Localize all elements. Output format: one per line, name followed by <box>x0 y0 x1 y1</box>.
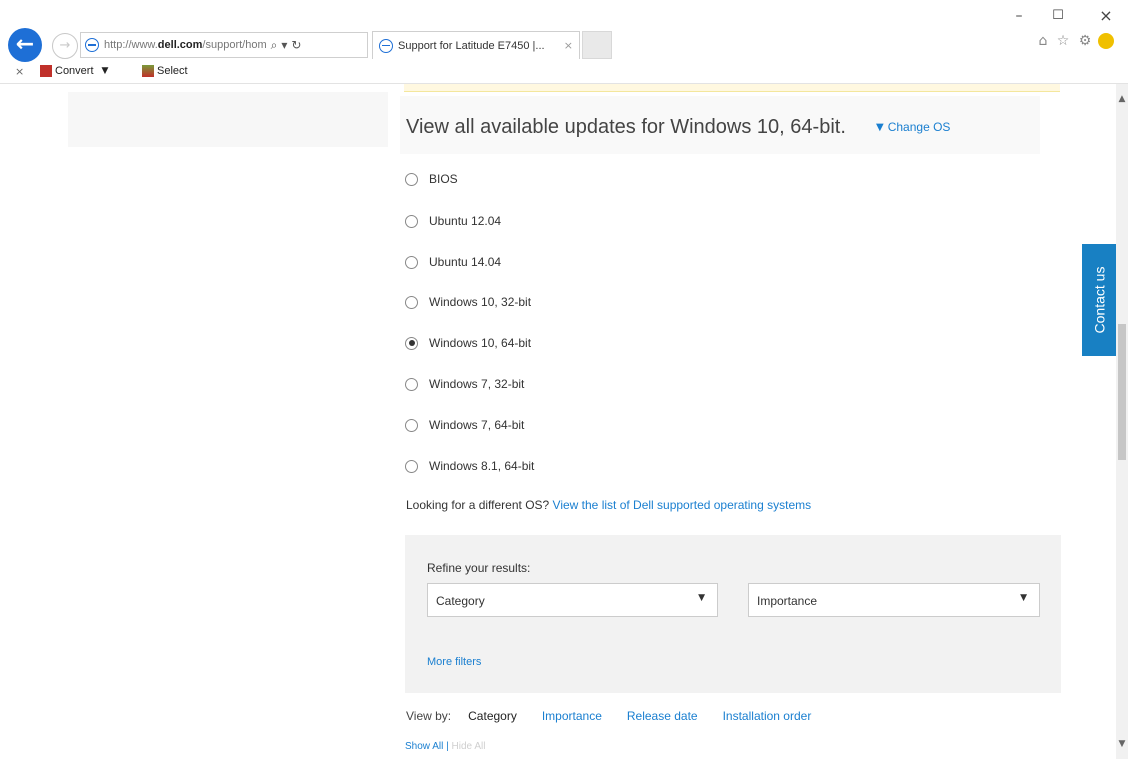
category-select-value: Category <box>436 594 485 608</box>
view-by-bar: View by: Category Importance Release dat… <box>406 709 836 723</box>
home-icon[interactable]: ⌂ <box>1034 32 1052 50</box>
select-label: Select <box>157 65 188 77</box>
view-by-release-date[interactable]: Release date <box>627 709 698 723</box>
minimize-button[interactable]: – <box>1005 8 1033 24</box>
more-filters-link[interactable]: More filters <box>427 656 481 668</box>
os-option-label: Windows 8.1, 64-bit <box>429 459 535 473</box>
radio-button[interactable] <box>405 377 418 391</box>
back-arrow-icon: ← <box>15 32 35 57</box>
os-option-bios[interactable]: BIOS <box>405 172 458 186</box>
supported-os-link[interactable]: View the list of Dell supported operatin… <box>553 498 812 512</box>
os-option-label: BIOS <box>429 172 458 186</box>
scroll-down-arrow-icon[interactable]: ▼ <box>1116 739 1128 749</box>
url-path: /support/hom <box>202 39 267 51</box>
radio-button-selected[interactable] <box>405 336 418 350</box>
pdf-convert-icon <box>40 65 52 77</box>
vertical-scrollbar[interactable]: ▲ ▼ <box>1116 84 1128 759</box>
url-domain: dell.com <box>157 39 203 51</box>
os-option-label: Windows 7, 32-bit <box>429 377 525 391</box>
dropdown-icon[interactable]: ▾ <box>281 38 287 52</box>
settings-gear-icon[interactable]: ⚙ <box>1076 32 1094 50</box>
tab-favicon-icon <box>379 38 393 53</box>
updates-headline: View all available updates for Windows 1… <box>406 116 846 138</box>
chevron-down-icon: ▼ <box>698 593 705 603</box>
convert-dropdown-icon[interactable]: ▼ <box>102 66 109 76</box>
radio-button[interactable] <box>405 172 418 186</box>
site-globe-icon <box>85 38 99 52</box>
os-option-label: Windows 7, 64-bit <box>429 418 525 432</box>
tab-close-icon[interactable]: × <box>558 39 579 52</box>
radio-button[interactable] <box>405 418 418 432</box>
os-option-windows-10-64[interactable]: Windows 10, 64-bit <box>405 336 531 350</box>
address-bar[interactable]: http://www.dell.com/support/hom ⌕ ▾ ↻ <box>80 32 368 58</box>
select-button[interactable]: Select <box>142 65 188 77</box>
feedback-smiley-icon[interactable] <box>1098 33 1114 49</box>
command-bar: × Convert ▼ Select <box>0 62 1128 84</box>
tab-title: Support for Latitude E7450 |... <box>398 39 545 52</box>
browser-toolbar: ← → http://www.dell.com/support/hom ⌕ ▾ … <box>0 0 1128 62</box>
hide-all-link[interactable]: Hide All <box>452 741 486 752</box>
category-select[interactable]: Category ▼ <box>427 583 718 617</box>
url-prefix: http://www. <box>104 39 158 51</box>
importance-select[interactable]: Importance ▼ <box>748 583 1040 617</box>
page-content: View all available updates for Windows 1… <box>0 84 1116 759</box>
browser-tab[interactable]: Support for Latitude E7450 |... × <box>372 31 580 59</box>
left-panel <box>68 92 388 147</box>
importance-select-value: Importance <box>757 594 818 608</box>
different-os-text: Looking for a different OS? View the lis… <box>406 498 811 512</box>
command-bar-close-icon[interactable]: × <box>15 65 24 78</box>
notice-strip <box>404 84 1060 92</box>
new-tab-button[interactable] <box>582 31 612 59</box>
back-button[interactable]: ← <box>8 28 42 62</box>
forward-button[interactable]: → <box>52 33 78 59</box>
show-hide-controls: Show All | Hide All <box>405 741 485 752</box>
convert-label: Convert <box>55 65 94 77</box>
show-hide-separator: | <box>446 741 449 752</box>
close-window-button[interactable]: × <box>1092 8 1120 24</box>
scroll-up-arrow-icon[interactable]: ▲ <box>1116 94 1128 104</box>
view-by-label: View by: <box>406 709 452 723</box>
os-option-label: Windows 10, 64-bit <box>429 336 532 350</box>
os-option-ubuntu-14-04[interactable]: Ubuntu 14.04 <box>405 255 501 269</box>
radio-button[interactable] <box>405 255 418 269</box>
os-option-label: Windows 10, 32-bit <box>429 295 532 309</box>
chevron-down-icon: ▼ <box>1020 593 1027 603</box>
maximize-button[interactable]: ☐ <box>1044 8 1072 24</box>
show-all-link[interactable]: Show All <box>405 741 443 752</box>
radio-button[interactable] <box>405 295 418 309</box>
os-option-windows-8-1-64[interactable]: Windows 8.1, 64-bit <box>405 459 534 473</box>
os-option-ubuntu-12-04[interactable]: Ubuntu 12.04 <box>405 214 501 228</box>
forward-arrow-icon: → <box>59 38 71 53</box>
search-icon[interactable]: ⌕ <box>271 38 278 53</box>
radio-button[interactable] <box>405 214 418 228</box>
scrollbar-thumb[interactable] <box>1118 324 1126 460</box>
os-option-label: Ubuntu 14.04 <box>429 255 502 269</box>
view-by-category[interactable]: Category <box>468 709 517 723</box>
radio-button[interactable] <box>405 459 418 473</box>
refine-results-panel: Refine your results: Category ▼ Importan… <box>405 535 1061 693</box>
different-os-prompt: Looking for a different OS? <box>406 498 550 512</box>
view-by-importance[interactable]: Importance <box>542 709 602 723</box>
refine-label: Refine your results: <box>427 561 531 575</box>
refresh-icon[interactable]: ↻ <box>291 38 301 52</box>
change-os-label: Change OS <box>887 120 951 134</box>
os-option-windows-7-32[interactable]: Windows 7, 32-bit <box>405 377 524 391</box>
select-icon <box>142 65 154 77</box>
change-os-link[interactable]: ▼ Change OS <box>876 120 950 134</box>
os-option-label: Ubuntu 12.04 <box>429 214 502 228</box>
contact-us-tab[interactable]: Contact us <box>1082 244 1116 356</box>
convert-button[interactable]: Convert ▼ <box>40 65 108 77</box>
os-option-windows-10-32[interactable]: Windows 10, 32-bit <box>405 295 531 309</box>
contact-us-label: Contact us <box>1091 266 1107 334</box>
favorites-star-icon[interactable]: ☆ <box>1054 32 1072 50</box>
caret-down-icon: ▼ <box>876 121 884 133</box>
url-text[interactable]: http://www.dell.com/support/hom <box>104 39 267 51</box>
os-option-windows-7-64[interactable]: Windows 7, 64-bit <box>405 418 524 432</box>
view-by-installation-order[interactable]: Installation order <box>723 709 812 723</box>
